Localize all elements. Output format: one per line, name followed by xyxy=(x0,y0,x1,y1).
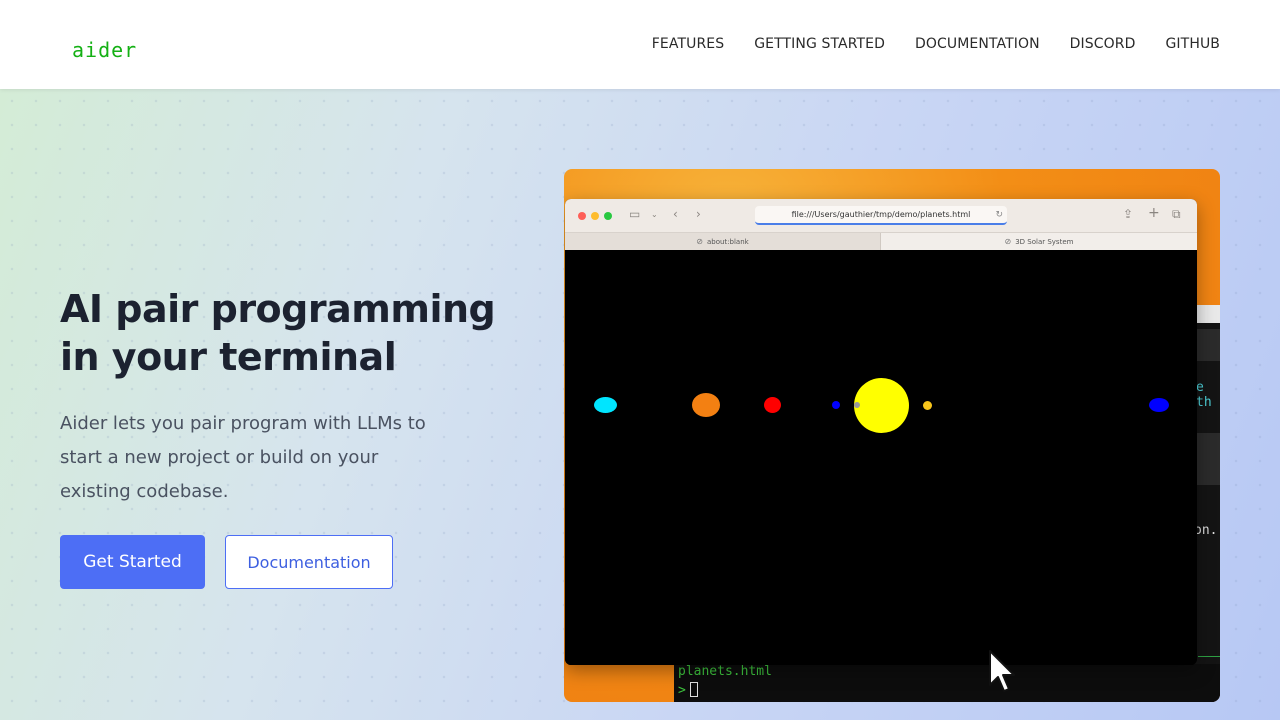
terminal-file-line: planets.html xyxy=(678,664,772,679)
nav-link-features[interactable]: FEATURES xyxy=(652,36,724,52)
solar-system-canvas xyxy=(565,251,1197,665)
terminal-block xyxy=(1194,329,1220,361)
address-bar[interactable]: file:///Users/gauthier/tmp/demo/planets.… xyxy=(755,206,1007,225)
compass-icon: ⊘ xyxy=(696,237,703,246)
compass-icon: ⊘ xyxy=(1004,237,1012,246)
tab-label: about:blank xyxy=(706,237,749,246)
nav-link-getting-started[interactable]: GETTING STARTED xyxy=(754,36,885,52)
tab-label: 3D Solar System xyxy=(1015,237,1074,246)
nav-link-documentation[interactable]: DOCUMENTATION xyxy=(915,36,1040,52)
new-tab-icon[interactable]: + xyxy=(1148,205,1160,221)
browser-window: ▭ ⌄ ‹ › file:///Users/gauthier/tmp/demo/… xyxy=(565,199,1197,665)
terminal-cursor xyxy=(689,682,698,697)
terminal-block xyxy=(1194,433,1220,485)
browser-tab-bar: ⊘ about:blank ⊘ 3D Solar System xyxy=(565,233,1197,250)
maximize-window-icon[interactable] xyxy=(604,212,612,220)
mouse-pointer-icon xyxy=(989,650,1015,692)
get-started-button[interactable]: Get Started xyxy=(60,535,205,589)
terminal-text-fragment: e th xyxy=(1196,380,1212,410)
nav-link-github[interactable]: GITHUB xyxy=(1165,36,1220,52)
red-planet xyxy=(764,397,781,413)
terminal-header-strip xyxy=(1194,305,1220,323)
gold-planet xyxy=(923,401,932,410)
terminal-prompt: > xyxy=(678,682,698,698)
nav-links: FEATURES GETTING STARTED DOCUMENTATION D… xyxy=(652,36,1220,52)
terminal-text-fragment: on. xyxy=(1194,523,1218,538)
gray-moon xyxy=(854,402,860,408)
address-bar-url: file:///Users/gauthier/tmp/demo/planets.… xyxy=(791,210,971,219)
orange-planet xyxy=(692,393,720,417)
share-icon[interactable]: ⇪ xyxy=(1123,207,1133,221)
prompt-symbol: > xyxy=(678,683,686,698)
terminal-divider xyxy=(1198,656,1220,657)
blue-planet xyxy=(1149,398,1169,412)
terminal-edge xyxy=(1194,305,1220,702)
reload-icon[interactable]: ↻ xyxy=(995,210,1003,220)
nav-link-discord[interactable]: DISCORD xyxy=(1070,36,1136,52)
close-window-icon[interactable] xyxy=(578,212,586,220)
forward-arrow-icon[interactable]: › xyxy=(696,207,701,221)
tab-overview-icon[interactable]: ⧉ xyxy=(1172,207,1181,222)
tab-about-blank[interactable]: ⊘ about:blank xyxy=(565,233,881,250)
hero-subtext: Aider lets you pair program with LLMs to… xyxy=(60,413,426,502)
sun xyxy=(854,378,909,433)
chevron-down-icon[interactable]: ⌄ xyxy=(651,210,658,219)
hero-section: AI pair programming in your terminal Aid… xyxy=(0,89,1280,720)
demo-screenshot: e th on. planets.html > ▭ ⌄ ‹ › file:///… xyxy=(564,169,1220,702)
cyan-planet xyxy=(594,397,617,413)
browser-toolbar: ▭ ⌄ ‹ › file:///Users/gauthier/tmp/demo/… xyxy=(565,199,1197,233)
tab-3d-solar-system[interactable]: ⊘ 3D Solar System xyxy=(881,233,1197,250)
minimize-window-icon[interactable] xyxy=(591,212,599,220)
documentation-button[interactable]: Documentation xyxy=(225,535,393,589)
back-arrow-icon[interactable]: ‹ xyxy=(673,207,678,221)
aider-logo[interactable]: aider xyxy=(72,38,137,62)
blue-planet-small xyxy=(832,401,840,409)
hero-headline: AI pair programming in your terminal xyxy=(60,287,496,379)
top-navigation: aider FEATURES GETTING STARTED DOCUMENTA… xyxy=(0,0,1280,89)
sidebar-icon[interactable]: ▭ xyxy=(629,207,640,221)
